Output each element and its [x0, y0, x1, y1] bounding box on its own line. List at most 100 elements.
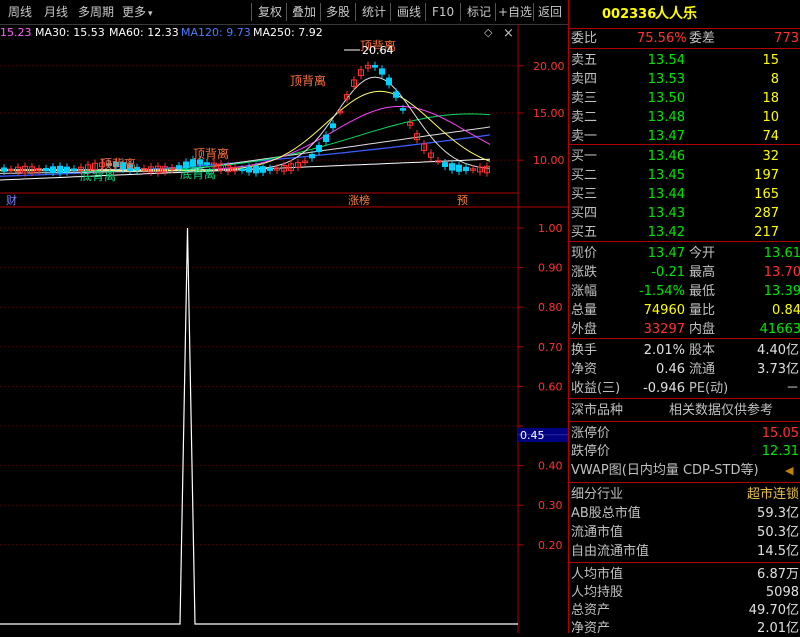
weibi-label: 委比 [571, 31, 598, 46]
industry-value[interactable]: 超市连锁 [719, 486, 799, 503]
cap-value: 59.3亿 [757, 506, 799, 521]
f10-button[interactable]: F10 [432, 0, 454, 24]
overlay-button[interactable]: 叠加 [292, 0, 316, 24]
price-axis: 20.00 15.00 10.00 [518, 60, 565, 167]
quote-value: -0.21 [651, 265, 685, 280]
finance-value: － [785, 381, 799, 396]
kline-chart[interactable]: 15.23 MA30: 15.53 MA60: 12.33 MA120: 9.7… [0, 24, 568, 633]
stock-code: 002336 [602, 7, 657, 22]
ma-legend: 15.23 MA30: 15.53 MA60: 12.33 MA120: 9.7… [0, 26, 514, 41]
sell-level-label: 卖四 [571, 72, 598, 87]
price-tick-label: 20.00 [533, 60, 565, 73]
indicator-tick-label: 0.20 [538, 539, 563, 552]
sell-price: 13.47 [647, 129, 685, 144]
finance-value: 0.46 [656, 362, 685, 377]
buy-price: 13.44 [647, 187, 685, 202]
diamond-icon[interactable]: ◇ [484, 26, 493, 39]
quote-label: 总量 [571, 303, 598, 318]
buy-volume: 165 [754, 187, 779, 202]
quote-value: 74960 [643, 303, 685, 318]
adjust-button[interactable]: 复权 [258, 0, 282, 24]
quote-value: -1.54% [639, 284, 685, 299]
quote-value: 41663 [759, 322, 800, 337]
cap-value: 14.5亿 [757, 544, 799, 559]
limit-down-value: 12.31 [761, 444, 799, 459]
per-capita-value: 6.87万 [757, 567, 799, 582]
sell-level-label: 卖三 [571, 91, 598, 106]
sell-volume: 15 [762, 53, 779, 68]
sell-level-label: 卖二 [571, 110, 598, 125]
quote-row: 涨幅 -1.54% 最低 13.39 [569, 283, 800, 300]
cap-label: AB股总市值 [571, 506, 641, 521]
event-marker[interactable]: 财 [6, 193, 17, 207]
quote-label: 今开 [689, 246, 716, 261]
weicha-value: 773 [774, 31, 799, 46]
buy-row: 买四 13.43 287 [569, 205, 800, 222]
more-button[interactable]: 更多 ▾ [122, 0, 153, 24]
sell-price: 13.50 [647, 91, 685, 106]
sell-row: 卖二 13.48 10 [569, 109, 800, 126]
multi-stock-button[interactable]: 多股 [326, 0, 350, 24]
quote-label: 最低 [689, 284, 716, 299]
multi-period-button[interactable]: 多周期 [78, 0, 114, 24]
indicator-tick-label: 1.00 [538, 222, 563, 235]
per-capita-value: 5098 [765, 585, 799, 600]
per-capita-row: 人均市值 6.87万 [569, 566, 800, 583]
per-capita-label: 人均市值 [571, 567, 624, 582]
quote-value: 0.84 [772, 303, 800, 318]
limit-down-row: 跌停价 12.31 [569, 443, 800, 460]
cap-row: 自由流通市值 14.5亿 [569, 543, 800, 560]
limit-up-value: 15.05 [761, 426, 799, 441]
market-label: 深市品种 [571, 403, 624, 418]
high-price-label: 20.64 [362, 44, 394, 57]
quote-label: 最高 [689, 265, 716, 280]
collapse-icon[interactable]: ◀ [785, 462, 793, 479]
event-marker[interactable]: 涨榜 [348, 193, 370, 207]
moving-averages [0, 76, 491, 181]
buy-volume: 217 [754, 225, 779, 240]
chevron-down-icon: ▾ [148, 9, 153, 19]
sell-level-label: 卖五 [571, 53, 598, 68]
buy-volume: 32 [762, 149, 779, 164]
cap-label: 流通市值 [571, 525, 624, 540]
weibi-value: 75.56% [637, 31, 687, 46]
per-capita-label: 净资产 [571, 621, 611, 636]
price-tick-label: 15.00 [533, 107, 565, 120]
divergence-label: 顶背离 [193, 146, 229, 161]
stock-header: 002336 人人乐 [569, 6, 800, 26]
add-favorite-button[interactable]: +自选 [498, 0, 532, 24]
quote-panel: 002336 人人乐 委比 75.56% 委差 773 卖五 13.54 15 … [568, 0, 800, 636]
quote-value: 13.47 [647, 246, 685, 261]
quote-row: 外盘 33297 内盘 41663 [569, 321, 800, 338]
stats-button[interactable]: 统计 [362, 0, 386, 24]
limit-down-label: 跌停价 [571, 444, 611, 459]
vwap-row[interactable]: VWAP图(日内均量 CDP-STD等) ◀ [569, 462, 800, 479]
sell-volume: 74 [762, 129, 779, 144]
ma120-label: MA120: 9.73 [181, 26, 251, 39]
back-button[interactable]: 返回 [538, 0, 562, 24]
chart-toolbar: 周线 月线 多周期 更多 ▾ 复权 叠加 多股 统计 画线 F10 标记 +自选 … [0, 0, 568, 25]
stock-name: 人人乐 [655, 6, 697, 22]
event-markers: 财 涨榜 预 [4, 193, 470, 207]
weekly-button[interactable]: 周线 [8, 0, 32, 24]
quote-label: 内盘 [689, 322, 716, 337]
close-icon[interactable]: × [503, 26, 514, 41]
sell-level-label: 卖一 [571, 129, 598, 144]
industry-label: 细分行业 [571, 487, 624, 502]
limit-up-row: 涨停价 15.05 [569, 425, 800, 442]
buy-row: 买一 13.46 32 [569, 148, 800, 165]
per-capita-label: 总资产 [571, 603, 611, 618]
mark-button[interactable]: 标记 [467, 0, 491, 24]
monthly-button[interactable]: 月线 [44, 0, 68, 24]
quote-label: 现价 [571, 246, 598, 261]
event-marker[interactable]: 预 [457, 194, 468, 207]
indicator-tick-label: 0.40 [538, 460, 563, 473]
indicator-tick-label: 0.60 [538, 380, 563, 393]
draw-line-button[interactable]: 画线 [397, 0, 421, 24]
per-capita-row: 总资产 49.70亿 [569, 602, 800, 619]
ma60-label: MA60: 12.33 [109, 26, 179, 39]
per-capita-row: 净资产 2.01亿 [569, 620, 800, 637]
annotations: 顶背离顶背离顶背离顶背离底背离 底背离 [80, 38, 396, 183]
cap-label: 自由流通市值 [571, 544, 650, 559]
quote-value: 13.61 [763, 246, 800, 261]
